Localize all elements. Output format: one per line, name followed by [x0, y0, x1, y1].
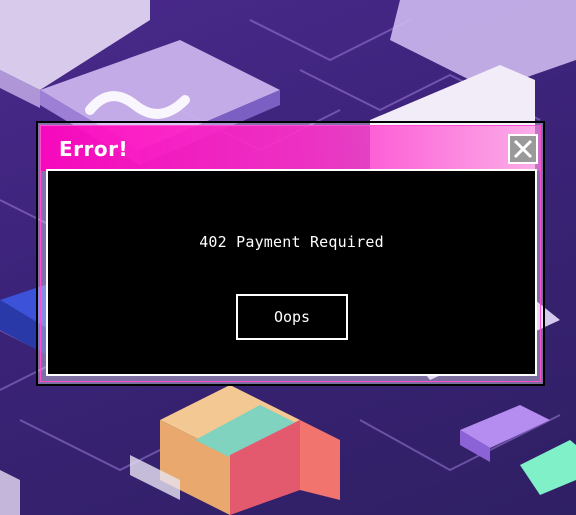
dialog-titlebar[interactable]: Error! [41, 126, 540, 171]
error-dialog: Error! 402 Payment Required Oops [36, 121, 545, 386]
close-button[interactable] [508, 134, 538, 164]
close-icon [513, 139, 533, 159]
dialog-content: 402 Payment Required Oops [46, 169, 537, 376]
error-message: 402 Payment Required [199, 233, 384, 251]
oops-button[interactable]: Oops [236, 294, 348, 340]
dialog-title: Error! [59, 137, 129, 161]
